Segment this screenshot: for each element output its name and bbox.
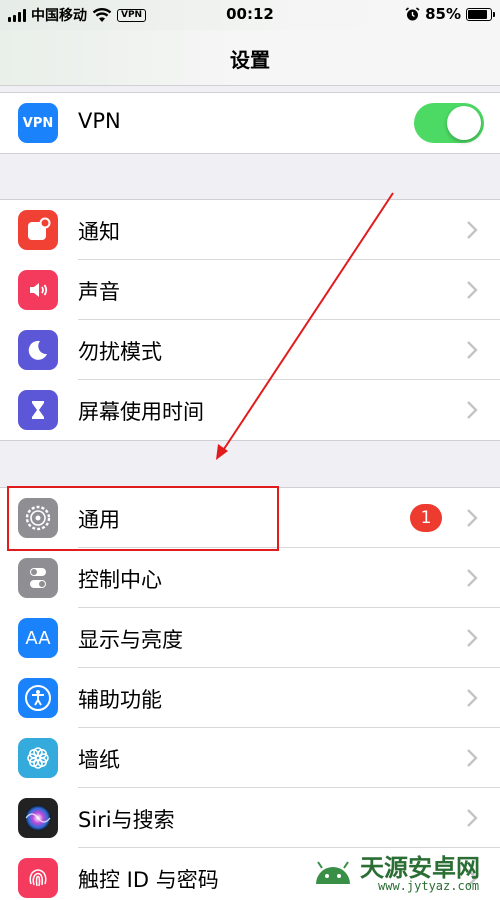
row-label: Siri与搜索	[78, 808, 175, 832]
vpn-group: VPN VPN	[0, 92, 500, 154]
page-title: 设置	[230, 48, 270, 72]
settings-row-display-brightness[interactable]: AA 显示与亮度	[0, 608, 500, 668]
alarm-icon	[405, 6, 420, 20]
battery-icon	[466, 7, 495, 21]
wallpaper-icon	[18, 738, 58, 778]
row-label: 屏幕使用时间	[78, 400, 204, 424]
settings-row-do-not-disturb[interactable]: 勿扰模式	[0, 320, 500, 380]
row-label: VPN	[78, 109, 121, 133]
row-label: 触控 ID 与密码	[78, 868, 219, 892]
settings-row-control-center[interactable]: 控制中心	[0, 548, 500, 608]
settings-row-wallpaper[interactable]: 墙纸	[0, 728, 500, 788]
row-label: 声音	[78, 280, 120, 304]
highlight-box	[7, 486, 279, 551]
vpn-toggle[interactable]	[414, 103, 484, 143]
row-label: 显示与亮度	[78, 628, 183, 652]
settings-row-vpn[interactable]: VPN VPN	[0, 93, 500, 153]
android-logo-icon	[316, 861, 350, 884]
toggles-icon	[18, 558, 58, 598]
chevron-right-icon	[467, 341, 478, 359]
display-icon: AA	[18, 618, 58, 658]
moon-icon	[18, 330, 58, 370]
battery-percent: 85%	[425, 5, 461, 23]
status-bar: 中国移动 VPN 00:12 85%	[0, 0, 500, 30]
row-label: 墙纸	[78, 748, 120, 772]
row-label: 勿扰模式	[78, 340, 162, 364]
accessibility-icon	[18, 678, 58, 718]
chevron-right-icon	[467, 629, 478, 647]
siri-icon	[18, 798, 58, 838]
chevron-right-icon	[467, 401, 478, 419]
navigation-bar: 设置	[0, 30, 500, 86]
row-label: 辅助功能	[78, 688, 162, 712]
vpn-icon: VPN	[18, 103, 58, 143]
settings-row-siri-search[interactable]: Siri与搜索	[0, 788, 500, 848]
fingerprint-icon	[18, 858, 58, 898]
settings-row-screen-time[interactable]: 屏幕使用时间	[0, 380, 500, 440]
settings-row-notifications[interactable]: 通知	[0, 200, 500, 260]
settings-row-accessibility[interactable]: 辅助功能	[0, 668, 500, 728]
watermark-brand: 天源安卓网	[360, 854, 480, 882]
chevron-right-icon	[467, 569, 478, 587]
row-label: 控制中心	[78, 568, 162, 592]
chevron-right-icon	[467, 281, 478, 299]
sound-icon	[18, 270, 58, 310]
chevron-right-icon	[467, 809, 478, 827]
row-label: 通知	[78, 220, 120, 244]
chevron-right-icon	[467, 509, 478, 527]
settings-row-sounds[interactable]: 声音	[0, 260, 500, 320]
chevron-right-icon	[467, 749, 478, 767]
chevron-right-icon	[467, 221, 478, 239]
hourglass-icon	[18, 390, 58, 430]
settings-group-1: 通知 声音 勿扰模式 屏幕使用时间	[0, 199, 500, 441]
watermark-url: www.jytyaz.com	[378, 879, 480, 893]
update-badge: 1	[410, 504, 442, 532]
notifications-icon	[18, 210, 58, 250]
chevron-right-icon	[467, 689, 478, 707]
